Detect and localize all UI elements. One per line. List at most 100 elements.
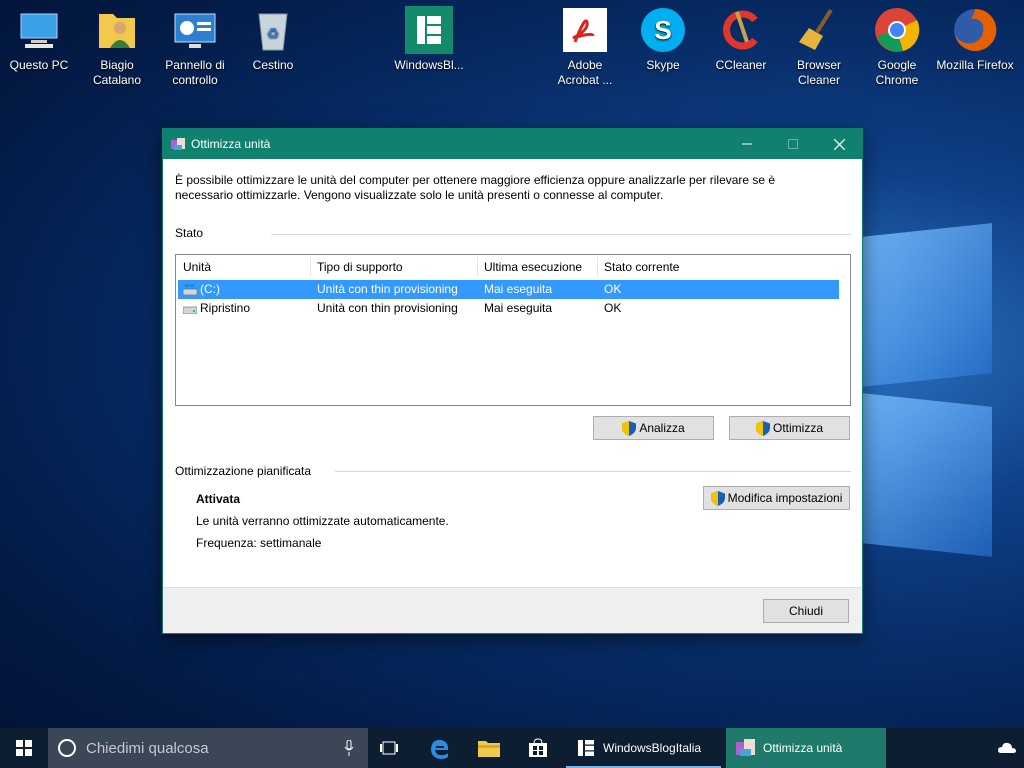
column-header-stato[interactable]: Stato corrente	[604, 260, 679, 274]
desktop-icon-biagio-catalano[interactable]: Biagio Catalano	[78, 6, 156, 88]
intro-text: È possibile ottimizzare le unità del com…	[175, 173, 776, 202]
user-folder-icon	[93, 6, 141, 54]
search-placeholder: Chiedimi qualcosa	[86, 739, 209, 757]
start-button[interactable]	[0, 728, 48, 768]
windowsblog-icon	[578, 740, 594, 756]
cortana-icon	[58, 739, 76, 757]
desktop-icon-label: Adobe Acrobat ...	[557, 58, 613, 87]
minimize-button[interactable]	[724, 129, 770, 159]
windowsblog-icon	[405, 6, 453, 54]
window-title: Ottimizza unità	[191, 137, 271, 151]
file-explorer-button[interactable]	[478, 728, 504, 768]
microphone-icon[interactable]	[344, 740, 354, 756]
close-button-label: Chiudi	[788, 604, 824, 618]
optimize-button-label: Ottimizza	[772, 421, 823, 435]
store-button[interactable]	[528, 728, 550, 768]
desktop-icon-firefox[interactable]: Mozilla Firefox	[936, 6, 1014, 73]
schedule-divider	[335, 471, 851, 472]
desktop-icon-label: Cestino	[252, 58, 294, 72]
desktop-icon-label: Mozilla Firefox	[936, 58, 1014, 72]
column-separator[interactable]	[477, 257, 478, 277]
drive-last-run: Mai eseguita	[484, 301, 553, 315]
optimize-button[interactable]: Ottimizza	[729, 416, 850, 440]
task-ottimizza-unita[interactable]: Ottimizza unità	[726, 728, 886, 768]
desktop-icon-label: Pannello di controllo	[165, 58, 225, 87]
svg-text:S: S	[654, 15, 671, 45]
desktop-icon-browser-cleaner[interactable]: Browser Cleaner	[780, 6, 858, 88]
column-header-ultima[interactable]: Ultima esecuzione	[484, 260, 582, 274]
schedule-description: Le unità verranno ottimizzate automatica…	[196, 514, 449, 528]
maximize-icon	[788, 139, 798, 149]
window-titlebar[interactable]: Ottimizza unità	[163, 129, 862, 159]
desktop-icon-label: Skype	[646, 58, 680, 72]
store-icon	[529, 738, 547, 757]
desktop-icon-label: Questo PC	[9, 58, 69, 72]
desktop-icon-label: Biagio Catalano	[92, 58, 142, 87]
window-content: È possibile ottimizzare le unità del com…	[163, 159, 862, 633]
desktop-icon-skype[interactable]: S Skype	[624, 6, 702, 73]
desktop-icon-windowsblog[interactable]: WindowsBl...	[390, 6, 468, 73]
task-view-button[interactable]	[380, 728, 406, 768]
drive-type: Unità con thin provisioning	[317, 301, 458, 315]
computer-icon	[15, 6, 63, 54]
analyze-button[interactable]: Analizza	[593, 416, 714, 440]
task-windowsblogitalia[interactable]: WindowsBlogItalia	[566, 728, 721, 768]
minimize-icon	[742, 143, 752, 145]
defrag-app-icon	[171, 138, 185, 150]
drive-last-run: Mai eseguita	[484, 282, 553, 296]
desktop-icon-pannello[interactable]: Pannello di controllo	[156, 6, 234, 88]
status-divider	[271, 234, 851, 235]
drive-name: (C:)	[200, 282, 220, 296]
svg-text:♻: ♻	[267, 25, 280, 41]
close-icon	[833, 138, 845, 150]
column-separator[interactable]	[597, 257, 598, 277]
system-drive-icon	[183, 284, 197, 295]
desktop-icon-cestino[interactable]: ♻ Cestino	[234, 6, 312, 73]
desktop-icon-label: CCleaner	[715, 58, 767, 72]
close-window-button[interactable]	[816, 129, 862, 159]
close-button[interactable]: Chiudi	[763, 599, 849, 623]
taskbar: Chiedimi qualcosa WindowsBlogItalia Otti…	[0, 728, 1024, 768]
drive-status: OK	[604, 301, 622, 315]
drive-icon	[183, 306, 197, 314]
task-label: WindowsBlogItalia	[603, 741, 702, 755]
column-header-tipo[interactable]: Tipo di supporto	[317, 260, 403, 274]
desktop-icon-label: Google Chrome	[875, 58, 919, 87]
change-settings-label: Modifica impostazioni	[727, 491, 843, 505]
edge-button[interactable]	[428, 728, 458, 768]
desktop-icon-label: Browser Cleaner	[796, 58, 841, 87]
change-settings-button[interactable]: Modifica impostazioni	[703, 486, 850, 510]
column-separator[interactable]	[310, 257, 311, 277]
desktop-icon-chrome[interactable]: Google Chrome	[858, 6, 936, 88]
drive-type: Unità con thin provisioning	[317, 282, 458, 296]
skype-icon: S	[639, 6, 687, 54]
maximize-button	[770, 129, 816, 159]
uac-shield-icon	[755, 420, 770, 436]
control-panel-icon	[171, 6, 219, 54]
onedrive-tray-button[interactable]	[998, 728, 1018, 768]
drive-row-c[interactable]: (C:) Unità con thin provisioning Mai ese…	[178, 280, 839, 299]
desktop-icon-ccleaner[interactable]: CCleaner	[702, 6, 780, 73]
drive-status: OK	[604, 282, 622, 296]
cortana-search-box[interactable]: Chiedimi qualcosa	[48, 728, 368, 768]
list-header: Unità Tipo di supporto Ultima esecuzione…	[176, 255, 850, 279]
firefox-icon	[951, 6, 999, 54]
task-label: Ottimizza unità	[763, 741, 843, 755]
schedule-section-label: Ottimizzazione pianificata	[175, 464, 312, 478]
acrobat-icon	[561, 6, 609, 54]
desktop-icon-questo-pc[interactable]: Questo PC	[0, 6, 78, 73]
schedule-frequency: Frequenza: settimanale	[196, 536, 322, 550]
edge-icon	[431, 739, 449, 759]
drives-list[interactable]: Unità Tipo di supporto Ultima esecuzione…	[175, 254, 851, 406]
drive-name: Ripristino	[200, 301, 251, 315]
desktop-icon-label: WindowsBl...	[394, 58, 464, 72]
defrag-app-icon	[736, 739, 755, 756]
desktop-icon-acrobat[interactable]: Adobe Acrobat ...	[546, 6, 624, 88]
ccleaner-icon	[717, 6, 765, 54]
recycle-bin-icon: ♻	[249, 6, 297, 54]
drive-row-ripristino[interactable]: Ripristino Unità con thin provisioning M…	[178, 299, 839, 318]
status-section-label: Stato	[175, 226, 204, 240]
column-header-unita[interactable]: Unità	[183, 260, 211, 274]
chrome-icon	[873, 6, 921, 54]
analyze-button-label: Analizza	[639, 421, 685, 435]
